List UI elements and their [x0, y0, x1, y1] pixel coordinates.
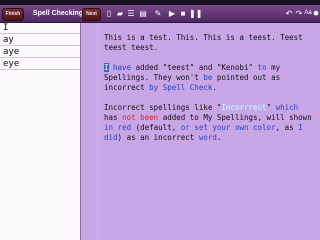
text-span: which — [275, 103, 299, 112]
play-icon[interactable]: ▶ — [167, 9, 177, 18]
list-item[interactable]: ay — [0, 35, 80, 46]
pause-icon[interactable]: ❚❚ — [189, 9, 202, 18]
text-span: , as — [275, 123, 299, 132]
text-span: word — [198, 133, 217, 142]
stop-icon[interactable]: ■ — [178, 9, 188, 18]
settings-icon[interactable]: ✹ — [311, 9, 320, 18]
list-item[interactable]: eye — [0, 59, 80, 70]
text-span: added "teest" and "Kenobi" — [131, 63, 258, 72]
spelling-suggestions-list: I ay aye eye — [0, 23, 81, 240]
toolbar: Finish Spell Checking Next ▯ ▰ ☰ ▤ ✎ ▶ ■… — [0, 5, 320, 23]
document-icon[interactable]: ▯ — [104, 9, 114, 18]
format-icon[interactable]: ✎ — [153, 9, 163, 18]
paragraph-3: Incorrect spellings like "Incorrrect" wh… — [104, 103, 316, 143]
folder-icon[interactable]: ▰ — [115, 9, 125, 18]
margin-line — [97, 23, 98, 240]
text-span: . — [216, 133, 222, 142]
text-span: not been — [122, 113, 159, 122]
paste-icon[interactable]: ▤ — [138, 9, 148, 18]
text-span: to — [257, 63, 267, 72]
misspelled-word[interactable]: Incorrrect — [221, 103, 266, 112]
text-span: added to My Spellings, will shown — [158, 113, 312, 122]
paragraph-1: This is a test. This. This is a teest. T… — [104, 33, 303, 52]
page-title: Spell Checking — [32, 10, 84, 17]
paragraph-2: I have added "teest" and "Kenobi" to my … — [104, 63, 316, 93]
next-button[interactable]: Next — [82, 8, 101, 21]
text-span: has — [104, 113, 123, 122]
editor-text[interactable]: This is a test. This. This is a teest. T… — [104, 33, 316, 153]
text-span: ) as an incorrect — [117, 133, 199, 142]
list-item[interactable]: I — [0, 23, 80, 34]
text-span: by Spell Check — [149, 83, 213, 92]
text-span: have — [108, 63, 132, 72]
text-span: in red — [104, 123, 132, 132]
text-span: (default, — [131, 123, 181, 132]
list-icon[interactable]: ☰ — [126, 9, 136, 18]
text-span: or set your own color — [180, 123, 276, 132]
text-span: . — [212, 83, 217, 92]
undo-icon[interactable]: ↶ — [284, 9, 294, 18]
list-item[interactable]: aye — [0, 47, 80, 58]
finish-button[interactable]: Finish — [2, 8, 24, 21]
text-span: " — [266, 103, 276, 112]
text-span: Incorrect spellings like " — [104, 103, 222, 112]
